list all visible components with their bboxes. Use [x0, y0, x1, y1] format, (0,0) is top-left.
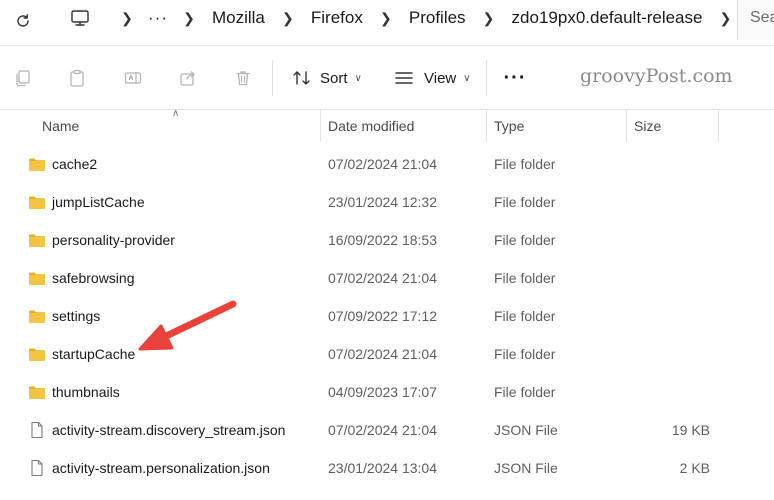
folder-icon	[28, 155, 46, 173]
chevron-right-icon[interactable]: ❯	[281, 10, 295, 27]
file-name: activity-stream.discovery_stream.json	[52, 422, 286, 438]
table-row[interactable]: settings 07/09/2022 17:12 File folder	[0, 297, 774, 335]
file-size	[620, 221, 710, 259]
table-row[interactable]: thumbnails 04/09/2023 17:07 File folder	[0, 373, 774, 411]
file-name: safebrowsing	[52, 270, 135, 286]
table-row[interactable]: cache2 07/02/2024 21:04 File folder	[0, 145, 774, 183]
chevron-down-icon: ∨	[354, 72, 362, 84]
column-resize-handle[interactable]	[718, 110, 719, 142]
sort-button[interactable]: Sort ∨	[292, 65, 362, 91]
file-name: personality-provider	[52, 232, 175, 248]
file-name: thumbnails	[52, 384, 120, 400]
folder-icon	[28, 383, 46, 401]
breadcrumb-mozilla[interactable]: Mozilla	[206, 8, 271, 28]
file-size	[620, 373, 710, 411]
column-header-name[interactable]: Name	[34, 110, 320, 142]
file-name: startupCache	[52, 346, 136, 362]
folder-icon	[28, 345, 46, 363]
table-row[interactable]: jumpListCache 23/01/2024 12:32 File folder	[0, 183, 774, 221]
file-date-modified: 07/09/2022 17:12	[328, 308, 437, 324]
chevron-right-icon[interactable]: ❯	[120, 10, 134, 27]
sort-label: Sort	[320, 69, 348, 87]
table-row[interactable]: personality-provider 16/09/2022 18:53 File…	[0, 221, 774, 259]
copy-icon[interactable]	[12, 67, 34, 89]
file-size	[620, 259, 710, 297]
breadcrumb-profiles[interactable]: Profiles	[403, 8, 472, 28]
file-type: File folder	[494, 156, 556, 172]
search-input[interactable]: Sea	[737, 0, 774, 40]
chevron-right-icon[interactable]: ❯	[718, 10, 732, 27]
chevron-right-icon[interactable]: ❯	[182, 10, 196, 27]
column-headers: Name Date modified Type Size	[0, 110, 774, 142]
folder-icon	[28, 269, 46, 287]
chevron-down-icon: ∨	[463, 72, 471, 84]
file-list: cache2 07/02/2024 21:04 File folder jumpLis…	[0, 145, 774, 487]
more-options-button[interactable]: ···	[502, 65, 528, 91]
file-name: jumpListCache	[52, 194, 145, 210]
file-date-modified: 07/02/2024 21:04	[328, 346, 437, 362]
file-size: 19 KB	[671, 422, 710, 438]
file-size	[620, 145, 710, 183]
toolbar-divider	[486, 60, 487, 96]
file-type: File folder	[494, 270, 556, 286]
table-row[interactable]: startupCache 07/02/2024 21:04 File folder	[0, 335, 774, 373]
folder-icon	[28, 231, 46, 249]
file-type: JSON File	[494, 422, 558, 438]
file-type: File folder	[494, 346, 556, 362]
toolbar-divider	[272, 60, 273, 96]
view-button[interactable]: View ∨	[394, 65, 471, 91]
table-row[interactable]: activity-stream.discovery_stream.json 07/…	[0, 411, 774, 449]
file-date-modified: 07/02/2024 21:04	[328, 270, 437, 286]
view-label: View	[424, 69, 457, 87]
column-header-type[interactable]: Type	[486, 110, 626, 142]
watermark: groovyPost.com	[580, 65, 733, 87]
breadcrumb-profile-folder[interactable]: zdo19px0.default-release	[506, 8, 709, 28]
paste-icon[interactable]	[66, 67, 88, 89]
sort-icon	[292, 69, 312, 87]
file-date-modified: 23/01/2024 12:32	[328, 194, 437, 210]
folder-icon	[28, 193, 46, 211]
view-icon	[394, 70, 414, 86]
table-row[interactable]: safebrowsing 07/02/2024 21:04 File folder	[0, 259, 774, 297]
chevron-right-icon[interactable]: ❯	[482, 10, 496, 27]
file-type: File folder	[494, 194, 556, 210]
chevron-right-icon[interactable]: ❯	[379, 10, 393, 27]
column-header-size[interactable]: Size	[626, 110, 718, 142]
share-icon[interactable]	[177, 67, 199, 89]
file-size: 2 KB	[679, 460, 710, 476]
file-name: cache2	[52, 156, 98, 172]
delete-icon[interactable]	[232, 67, 254, 89]
file-date-modified: 04/09/2023 17:07	[328, 384, 437, 400]
breadcrumb: ❯ ··· ❯ Mozilla ❯ Firefox ❯ Profiles ❯ z…	[68, 0, 742, 36]
file-date-modified: 07/02/2024 21:04	[328, 156, 437, 172]
file-icon	[28, 421, 46, 439]
table-row[interactable]: activity-stream.personalization.json 23/0…	[0, 449, 774, 487]
folder-icon	[28, 307, 46, 325]
file-type: File folder	[494, 308, 556, 324]
file-name: activity-stream.personalization.json	[52, 460, 270, 476]
column-header-date-modified[interactable]: Date modified	[320, 110, 486, 142]
breadcrumb-overflow[interactable]: ···	[144, 8, 172, 28]
file-size	[620, 335, 710, 373]
file-icon	[28, 459, 46, 477]
monitor-icon[interactable]	[68, 6, 92, 30]
file-date-modified: 16/09/2022 18:53	[328, 232, 437, 248]
file-type: File folder	[494, 384, 556, 400]
breadcrumb-firefox[interactable]: Firefox	[305, 8, 369, 28]
refresh-icon[interactable]	[12, 10, 34, 32]
file-date-modified: 07/02/2024 21:04	[328, 422, 437, 438]
rename-icon[interactable]	[122, 67, 144, 89]
file-name: settings	[52, 308, 101, 324]
file-type: JSON File	[494, 460, 558, 476]
command-bar: Sort ∨ View ∨ ··· groovyPost.com	[0, 46, 774, 110]
file-size	[620, 183, 710, 221]
file-date-modified: 23/01/2024 13:04	[328, 460, 437, 476]
file-type: File folder	[494, 232, 556, 248]
address-bar: ❯ ··· ❯ Mozilla ❯ Firefox ❯ Profiles ❯ z…	[0, 0, 774, 46]
file-size	[620, 297, 710, 335]
